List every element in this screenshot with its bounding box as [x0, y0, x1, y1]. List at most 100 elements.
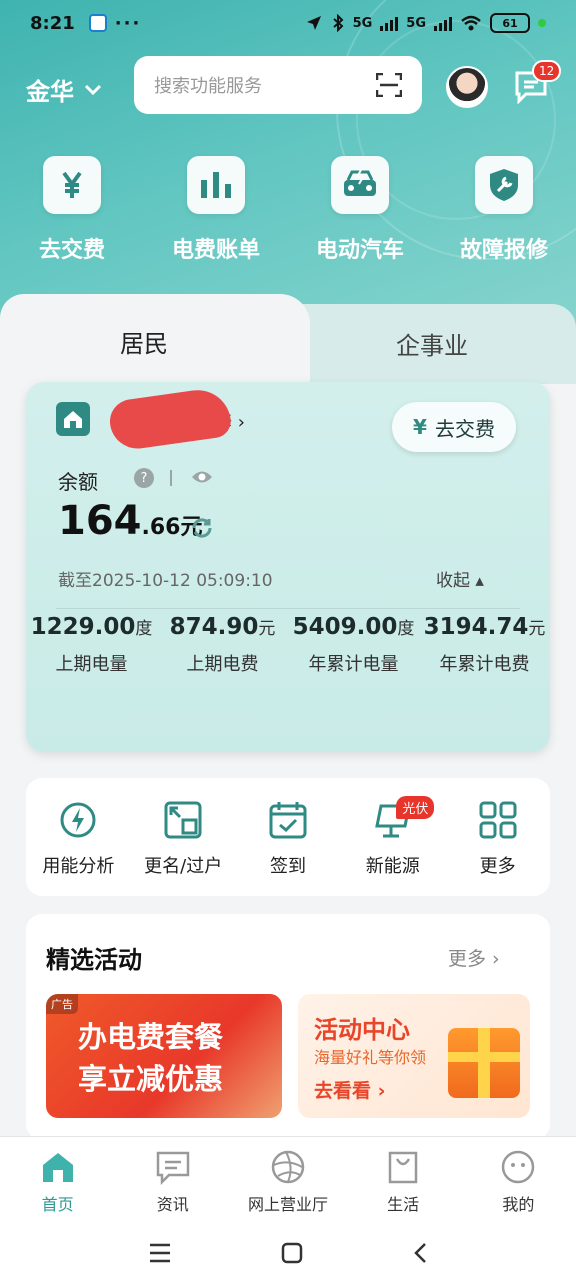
- network-type-2: 5G: [406, 15, 426, 31]
- more-link[interactable]: 更多 ›: [448, 944, 500, 971]
- tool-label: 签到: [269, 856, 306, 877]
- customer-service-avatar[interactable]: [446, 66, 488, 108]
- yuan-icon: ¥: [413, 415, 427, 439]
- tool-transfer[interactable]: 更名/过户: [131, 778, 236, 896]
- nav-life[interactable]: 生活: [346, 1137, 461, 1226]
- status-bar: 8:21 ··· 5G 5G 61: [0, 0, 576, 46]
- balance-decimal: .66: [141, 515, 181, 540]
- stat-item[interactable]: 874.90元 上期电费: [157, 614, 288, 676]
- ad-tag: 广告: [46, 994, 78, 1014]
- location-icon: [306, 16, 321, 30]
- tool-label: 用能分析: [42, 856, 115, 877]
- tab-enterprise-label: 企事业: [396, 332, 468, 360]
- stat-item[interactable]: 5409.00度 年累计电量: [288, 614, 419, 676]
- nav-label: 我的: [502, 1195, 535, 1214]
- quick-ev[interactable]: 电动汽车: [288, 156, 432, 266]
- tool-new-energy[interactable]: 光伏 新能源: [340, 778, 445, 896]
- banner-title: 活动中心: [314, 1016, 410, 1044]
- search-placeholder: 搜索功能服务: [154, 76, 262, 97]
- bottom-navigation: 首页 资讯 网上营业厅 生活 我的: [0, 1136, 576, 1226]
- stat-value: 874.90: [169, 614, 259, 640]
- stat-item[interactable]: 3194.74元 年累计电费: [419, 614, 550, 676]
- quick-label: 电动汽车: [315, 238, 404, 263]
- pay-button[interactable]: ¥ 去交费: [392, 402, 516, 452]
- signal-icon-1: [380, 15, 399, 31]
- pay-button-label: 去交费: [434, 416, 495, 441]
- help-icon[interactable]: ?: [134, 468, 154, 488]
- banner-subtitle: 海量好礼等你领: [314, 1048, 427, 1067]
- service-tools: 用能分析 更名/过户 签到 光伏 新能源 更多: [26, 778, 550, 896]
- nav-news[interactable]: 资讯: [115, 1137, 230, 1226]
- stat-unit: 元: [528, 619, 546, 639]
- city-name: 金华: [26, 78, 74, 106]
- search-input[interactable]: 搜索功能服务: [134, 56, 422, 114]
- city-selector[interactable]: 金华: [26, 72, 102, 107]
- scan-icon[interactable]: [376, 73, 402, 97]
- stat-label: 上期电费: [186, 654, 259, 675]
- stat-value: 3194.74: [423, 614, 529, 640]
- refresh-icon[interactable]: [190, 516, 214, 540]
- banner-line: 办电费套餐: [78, 1020, 224, 1054]
- stat-label: 年累计电费: [439, 654, 530, 675]
- promo-banner-package[interactable]: 广告 办电费套餐 享立减优惠: [46, 994, 282, 1118]
- quick-bill[interactable]: 电费账单: [144, 156, 288, 266]
- signal-icon-2: [434, 15, 452, 31]
- transfer-icon: [164, 801, 202, 839]
- nav-label: 首页: [41, 1195, 74, 1214]
- tool-label: 更名/过户: [144, 856, 223, 877]
- usage-stats: 1229.00度 上期电量 874.90元 上期电费 5409.00度 年累计电…: [26, 614, 550, 676]
- network-type-1: 5G: [352, 15, 373, 31]
- user-face-icon: [502, 1150, 535, 1184]
- message-count-badge: 12: [532, 60, 562, 82]
- balance-label: 余额: [58, 470, 98, 494]
- tool-energy-analysis[interactable]: 用能分析: [26, 778, 131, 896]
- tool-more[interactable]: 更多: [445, 778, 550, 896]
- tab-enterprise[interactable]: 企事业: [290, 304, 576, 384]
- quick-label: 故障报修: [459, 238, 548, 263]
- system-navigation-bar: [0, 1226, 576, 1280]
- new-energy-tag: 光伏: [396, 796, 435, 819]
- nav-online-hall[interactable]: 网上营业厅: [230, 1137, 345, 1226]
- banner-cta: 去看看 ›: [314, 1080, 386, 1102]
- calendar-check-icon: [269, 802, 307, 839]
- globe-icon: [271, 1150, 305, 1184]
- nav-mine[interactable]: 我的: [461, 1137, 576, 1226]
- nav-label: 生活: [387, 1195, 420, 1214]
- tool-checkin[interactable]: 签到: [236, 778, 341, 896]
- divider: [170, 470, 172, 486]
- quick-actions: 去交费 电费账单 电动汽车 故障报修: [0, 156, 576, 266]
- promo-banner-activity-center[interactable]: 活动中心 海量好礼等你领 去看看 ›: [298, 994, 530, 1118]
- app-notification-icon: [88, 14, 107, 32]
- back-icon[interactable]: [413, 1242, 427, 1264]
- quick-pay[interactable]: 去交费: [0, 156, 144, 266]
- stat-unit: 元: [258, 619, 276, 639]
- charging-dot: [538, 19, 546, 27]
- chat-icon: [156, 1151, 190, 1185]
- stat-value: 5409.00: [292, 614, 398, 640]
- energy-analysis-icon: [60, 802, 96, 838]
- ev-car-icon: [331, 156, 389, 214]
- balance-integer: 164: [58, 498, 142, 544]
- redaction-mark: [107, 385, 233, 453]
- nav-label: 网上营业厅: [247, 1195, 328, 1214]
- quick-repair[interactable]: 故障报修: [432, 156, 576, 266]
- collapse-button[interactable]: 收起 ▴: [436, 566, 484, 591]
- nav-home[interactable]: 首页: [0, 1137, 115, 1226]
- stat-label: 年累计电量: [308, 654, 399, 675]
- featured-activities: 精选活动 更多 › 广告 办电费套餐 享立减优惠 活动中心 海量好礼等你领 去看…: [26, 914, 550, 1140]
- tool-label: 更多: [479, 856, 516, 877]
- tool-label: 新能源: [365, 856, 420, 877]
- tab-resident-label: 居民: [120, 330, 168, 358]
- stat-unit: 度: [397, 619, 415, 639]
- account-card: 报修 › ¥ 去交费 余额 ? 164.66元 截至2025-10-12 05:…: [26, 382, 550, 752]
- eye-icon[interactable]: [190, 468, 214, 486]
- house-icon: [56, 402, 90, 436]
- status-time: 8:21: [30, 12, 75, 34]
- as-of-time: 截至2025-10-12 05:09:10: [58, 571, 273, 591]
- home-button-icon[interactable]: [281, 1242, 303, 1264]
- menu-icon[interactable]: [149, 1243, 171, 1263]
- tab-resident[interactable]: 居民: [0, 294, 310, 384]
- stat-item[interactable]: 1229.00度 上期电量: [26, 614, 157, 676]
- section-title: 精选活动: [46, 946, 142, 974]
- wifi-icon: [461, 15, 481, 31]
